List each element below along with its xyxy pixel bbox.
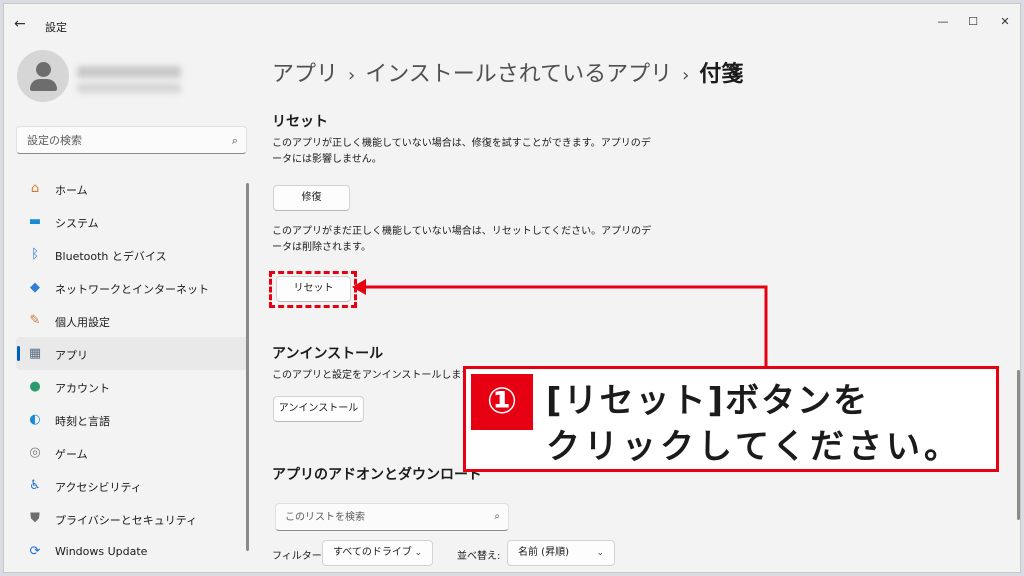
home-icon: ⌂ <box>30 181 40 196</box>
sidebar-item[interactable]: ⟳ Windows Update <box>16 535 249 568</box>
sidebar-item[interactable]: ✎ 個人用設定 <box>16 304 249 337</box>
blurred-user-email <box>77 83 181 93</box>
sidebar-item[interactable]: ◆ ネットワークとインターネット <box>16 271 249 304</box>
chevron-right-icon: › <box>348 65 356 86</box>
breadcrumb-installed-apps[interactable]: インストールされているアプリ <box>365 62 672 87</box>
shield-icon: ⛊ <box>30 511 40 526</box>
filter-dropdown-value: すべてのドライブ <box>333 547 412 558</box>
chevron-down-icon: ⌄ <box>414 548 422 558</box>
search-icon[interactable]: ⌕ <box>494 511 500 522</box>
uninstall-button[interactable]: アンインストール <box>273 396 364 422</box>
sidebar-item-label: Windows Update <box>55 545 148 558</box>
sidebar-item[interactable]: ▦ アプリ <box>16 337 249 370</box>
game-icon: ◎ <box>29 445 41 460</box>
step-number-badge: ① <box>471 374 533 430</box>
network-icon: ◆ <box>30 280 40 295</box>
sidebar-item[interactable]: ▬ システム <box>16 205 249 238</box>
brush-icon: ✎ <box>29 313 41 328</box>
sidebar-item-label: 個人用設定 <box>55 316 110 329</box>
sidebar-nav: ⌂ ホーム ▬ システム ᛒ Bluetooth とデバイス ◆ ネットワークとインターネット… <box>16 172 249 568</box>
sidebar-item-label: アカウント <box>55 382 110 395</box>
repair-description: このアプリが正しく機能していない場合は、修復を試すことができます。アプリのデータ… <box>272 138 651 165</box>
sidebar-item-label: 時刻と言語 <box>55 415 110 428</box>
apps-icon: ▦ <box>28 346 42 361</box>
close-button[interactable]: ✕ <box>994 12 1016 32</box>
sort-dropdown-value: 名前 (昇順) <box>518 547 569 558</box>
filter-label: フィルター: <box>272 551 326 562</box>
sidebar-item-label: ホーム <box>55 184 88 197</box>
sidebar-item[interactable]: ⌂ ホーム <box>16 172 249 205</box>
sidebar-item[interactable]: ᛒ Bluetooth とデバイス <box>16 238 249 271</box>
addons-section-title: アプリのアドオンとダウンロード <box>272 467 482 483</box>
sidebar-item-label: システム <box>55 217 99 230</box>
repair-button[interactable]: 修復 <box>273 185 350 211</box>
active-indicator <box>17 346 20 361</box>
avatar-head-icon <box>36 62 51 77</box>
uninstall-description: このアプリと設定をアンインストールします。ト <box>272 370 472 381</box>
instruction-line-1: [リセット]ボタンを <box>546 381 870 421</box>
reset-description: このアプリがまだ正しく機能していない場合は、リセットしてください。アプリのデータ… <box>272 226 652 253</box>
update-icon: ⟳ <box>29 544 41 559</box>
sidebar-item-label: プライバシーとセキュリティ <box>55 514 198 527</box>
time-language-icon: ◐ <box>29 412 41 427</box>
back-arrow-icon[interactable]: ← <box>14 16 30 32</box>
reset-button-highlight <box>269 271 357 308</box>
filter-dropdown[interactable]: すべてのドライブ ⌄ <box>322 540 433 566</box>
sidebar-item[interactable]: ◎ ゲーム <box>16 436 249 469</box>
bluetooth-icon: ᛒ <box>31 247 39 262</box>
sidebar-item-label: ネットワークとインターネット <box>55 283 209 296</box>
settings-window: ← 設定 — ☐ ✕ ⌕ ⌂ ホーム ▬ システム ᛒ Bluetooth とデバイス ◆ ネ… <box>3 3 1021 573</box>
avatar[interactable] <box>17 50 69 102</box>
sort-label: 並べ替え: <box>457 551 501 562</box>
maximize-button[interactable]: ☐ <box>962 12 984 32</box>
settings-search-box[interactable]: ⌕ <box>16 126 247 154</box>
chevron-down-icon: ⌄ <box>596 548 604 558</box>
addons-search-box[interactable]: ⌕ <box>275 503 509 531</box>
sidebar-item-label: Bluetooth とデバイス <box>55 250 167 263</box>
sidebar-item[interactable]: ● アカウント <box>16 370 249 403</box>
main-scrollbar[interactable] <box>1017 370 1020 520</box>
account-icon: ● <box>29 379 41 394</box>
uninstall-section-title: アンインストール <box>272 346 384 362</box>
sidebar-item-label: ゲーム <box>55 448 88 461</box>
avatar-body-icon <box>30 79 57 91</box>
settings-search-input[interactable] <box>17 127 217 153</box>
page-title: 付箋 <box>699 62 744 87</box>
reset-section-title: リセット <box>272 114 328 130</box>
minimize-button[interactable]: — <box>932 12 954 32</box>
blurred-user-name <box>77 66 181 78</box>
title-bar: ← 設定 — ☐ ✕ <box>4 4 1020 44</box>
sidebar-item[interactable]: ♿ アクセシビリティ <box>16 469 249 502</box>
app-title: 設定 <box>45 21 67 34</box>
search-icon[interactable]: ⌕ <box>232 134 238 148</box>
breadcrumb: アプリ › インストールされているアプリ › 付箋 <box>272 56 743 88</box>
addons-search-input[interactable] <box>276 504 476 530</box>
instruction-callout: ① [リセット]ボタンを クリックしてください。 <box>463 366 999 472</box>
breadcrumb-apps[interactable]: アプリ <box>272 62 338 87</box>
instruction-line-2: クリックしてください。 <box>546 427 962 467</box>
sidebar-item[interactable]: ◐ 時刻と言語 <box>16 403 249 436</box>
accessibility-icon: ♿ <box>29 478 41 493</box>
system-icon: ▬ <box>28 214 42 229</box>
sort-dropdown[interactable]: 名前 (昇順) ⌄ <box>507 540 615 566</box>
sidebar-scrollbar[interactable] <box>246 183 249 551</box>
sidebar-item-label: アプリ <box>55 349 88 362</box>
sidebar-item[interactable]: ⛊ プライバシーとセキュリティ <box>16 502 249 535</box>
sidebar-item-label: アクセシビリティ <box>55 481 142 494</box>
chevron-right-icon: › <box>682 65 690 86</box>
